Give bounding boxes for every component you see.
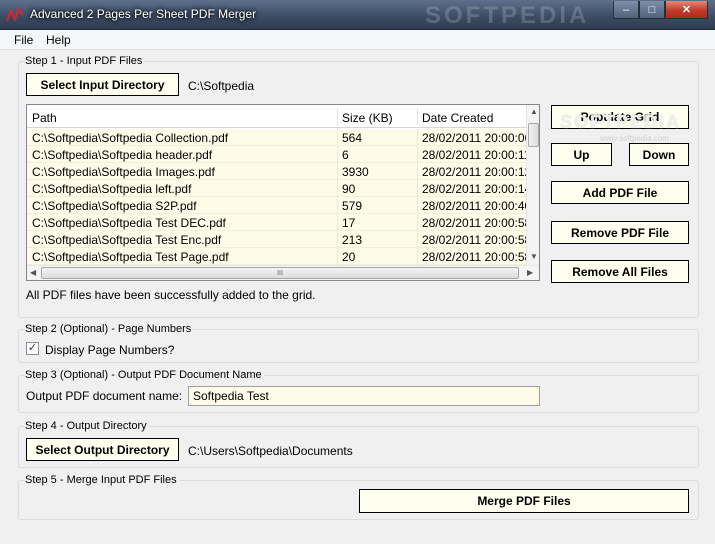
cell-path: C:\Softpedia\Softpedia Test DEC.pdf <box>32 216 226 230</box>
cell-path: C:\Softpedia\Softpedia Images.pdf <box>32 165 215 179</box>
cell-divider <box>337 180 338 197</box>
cell-size: 6 <box>342 148 349 162</box>
cell-divider <box>337 146 338 163</box>
cell-path: C:\Softpedia\Softpedia Test Page.pdf <box>32 250 229 264</box>
add-pdf-file-button[interactable]: Add PDF File <box>551 181 689 204</box>
menu-file[interactable]: File <box>14 33 33 47</box>
grid-header: Path Size (KB) Date Created <box>27 105 527 128</box>
cell-divider <box>417 180 418 197</box>
step4-label: Step 4 - Output Directory <box>25 419 149 433</box>
remove-pdf-file-button[interactable]: Remove PDF File <box>551 221 689 244</box>
maximize-button[interactable]: □ <box>639 1 665 19</box>
cell-date: 28/02/2011 20:00:58 <box>422 250 527 264</box>
merge-pdf-files-button[interactable]: Merge PDF Files <box>359 489 689 513</box>
cell-date: 28/02/2011 20:00:12 <box>422 165 527 179</box>
horizontal-scroll-thumb[interactable]: III <box>41 267 519 279</box>
table-row[interactable]: C:\Softpedia\Softpedia Collection.pdf 564… <box>27 129 527 146</box>
cell-date: 28/02/2011 20:00:40 <box>422 199 527 213</box>
cell-divider <box>417 146 418 163</box>
cell-divider <box>337 214 338 231</box>
move-down-button[interactable]: Down <box>629 143 689 166</box>
cell-divider <box>337 231 338 248</box>
cell-date: 28/02/2011 20:00:14 <box>422 182 527 196</box>
output-name-label: Output PDF document name: <box>26 389 183 403</box>
grid-horizontal-scrollbar[interactable]: ◀ III ▶ <box>27 265 539 280</box>
scroll-right-arrow-icon[interactable]: ▶ <box>527 268 533 277</box>
pdf-files-grid[interactable]: Path Size (KB) Date Created C:\Softpedia… <box>26 104 540 281</box>
minimize-button[interactable]: – <box>613 1 639 19</box>
cell-path: C:\Softpedia\Softpedia S2P.pdf <box>32 199 197 213</box>
app-icon <box>6 6 24 22</box>
table-row[interactable]: C:\Softpedia\Softpedia Test Enc.pdf 213 28… <box>27 231 527 248</box>
menu-help[interactable]: Help <box>46 33 71 47</box>
side-watermark-url: www.softpedia.com <box>600 134 669 143</box>
output-directory-path: C:\Users\Softpedia\Documents <box>188 444 353 458</box>
table-row[interactable]: C:\Softpedia\Softpedia header.pdf 6 28/02/… <box>27 146 527 163</box>
scroll-up-arrow-icon[interactable]: ▲ <box>530 107 538 116</box>
cell-date: 28/02/2011 20:00:58 <box>422 216 527 230</box>
cell-path: C:\Softpedia\Softpedia header.pdf <box>32 148 213 162</box>
select-output-directory-button[interactable]: Select Output Directory <box>26 438 179 461</box>
table-row[interactable]: C:\Softpedia\Softpedia Images.pdf 3930 28/… <box>27 163 527 180</box>
cell-size: 579 <box>342 199 363 213</box>
table-row[interactable]: C:\Softpedia\Softpedia S2P.pdf 579 28/02/2… <box>27 197 527 214</box>
cell-divider <box>337 129 338 146</box>
close-button[interactable]: ✕ <box>665 1 708 19</box>
grid-vertical-scrollbar[interactable]: ▲ ▼ <box>526 105 539 265</box>
input-directory-path: C:\Softpedia <box>188 79 255 93</box>
column-header-size[interactable]: Size (KB) <box>342 111 393 125</box>
cell-date: 28/02/2011 20:00:06 <box>422 131 527 145</box>
display-page-numbers-checkbox[interactable]: ✓ <box>26 342 39 355</box>
cell-divider <box>417 197 418 214</box>
status-message: All PDF files have been successfully add… <box>26 288 316 302</box>
cell-divider <box>417 231 418 248</box>
header-separator <box>417 108 418 125</box>
scroll-left-arrow-icon[interactable]: ◀ <box>30 268 36 277</box>
scroll-down-arrow-icon[interactable]: ▼ <box>530 252 538 261</box>
cell-size: 17 <box>342 216 356 230</box>
display-page-numbers-label[interactable]: Display Page Numbers? <box>45 343 174 357</box>
remove-all-files-button[interactable]: Remove All Files <box>551 260 689 283</box>
cell-divider <box>417 214 418 231</box>
cell-size: 90 <box>342 182 356 196</box>
cell-divider <box>337 197 338 214</box>
table-row[interactable]: C:\Softpedia\Softpedia Test Page.pdf 20 28… <box>27 248 527 265</box>
watermark: SOFTPEDIA <box>425 2 590 29</box>
cell-size: 213 <box>342 233 363 247</box>
step2-label: Step 2 (Optional) - Page Numbers <box>25 322 194 336</box>
table-row[interactable]: C:\Softpedia\Softpedia Test DEC.pdf 17 28/… <box>27 214 527 231</box>
cell-size: 20 <box>342 250 356 264</box>
cell-divider <box>417 163 418 180</box>
cell-divider <box>417 248 418 265</box>
step5-label: Step 5 - Merge Input PDF Files <box>25 473 179 487</box>
step1-label: Step 1 - Input PDF Files <box>25 54 145 68</box>
column-header-date[interactable]: Date Created <box>422 111 493 125</box>
menu-bar: File Help <box>0 30 715 50</box>
cell-date: 28/02/2011 20:00:11 <box>422 148 527 162</box>
cell-path: C:\Softpedia\Softpedia Test Enc.pdf <box>32 233 222 247</box>
vertical-scroll-thumb[interactable] <box>528 123 539 147</box>
cell-date: 28/02/2011 20:00:58 <box>422 233 527 247</box>
cell-divider <box>337 248 338 265</box>
cell-size: 3930 <box>342 165 369 179</box>
side-watermark: SOFTPEDIA <box>560 112 682 132</box>
cell-divider <box>417 129 418 146</box>
window-title: Advanced 2 Pages Per Sheet PDF Merger <box>30 7 257 21</box>
cell-divider <box>337 163 338 180</box>
cell-path: C:\Softpedia\Softpedia Collection.pdf <box>32 131 229 145</box>
cell-size: 564 <box>342 131 363 145</box>
table-row[interactable]: C:\Softpedia\Softpedia left.pdf 90 28/02/2… <box>27 180 527 197</box>
step3-label: Step 3 (Optional) - Output PDF Document … <box>25 368 264 382</box>
output-name-input[interactable]: Softpedia Test <box>188 386 540 406</box>
header-separator <box>337 108 338 125</box>
column-header-path[interactable]: Path <box>32 111 57 125</box>
select-input-directory-button[interactable]: Select Input Directory <box>26 73 179 96</box>
move-up-button[interactable]: Up <box>551 143 612 166</box>
title-bar[interactable]: Advanced 2 Pages Per Sheet PDF Merger SO… <box>0 0 715 30</box>
cell-path: C:\Softpedia\Softpedia left.pdf <box>32 182 192 196</box>
